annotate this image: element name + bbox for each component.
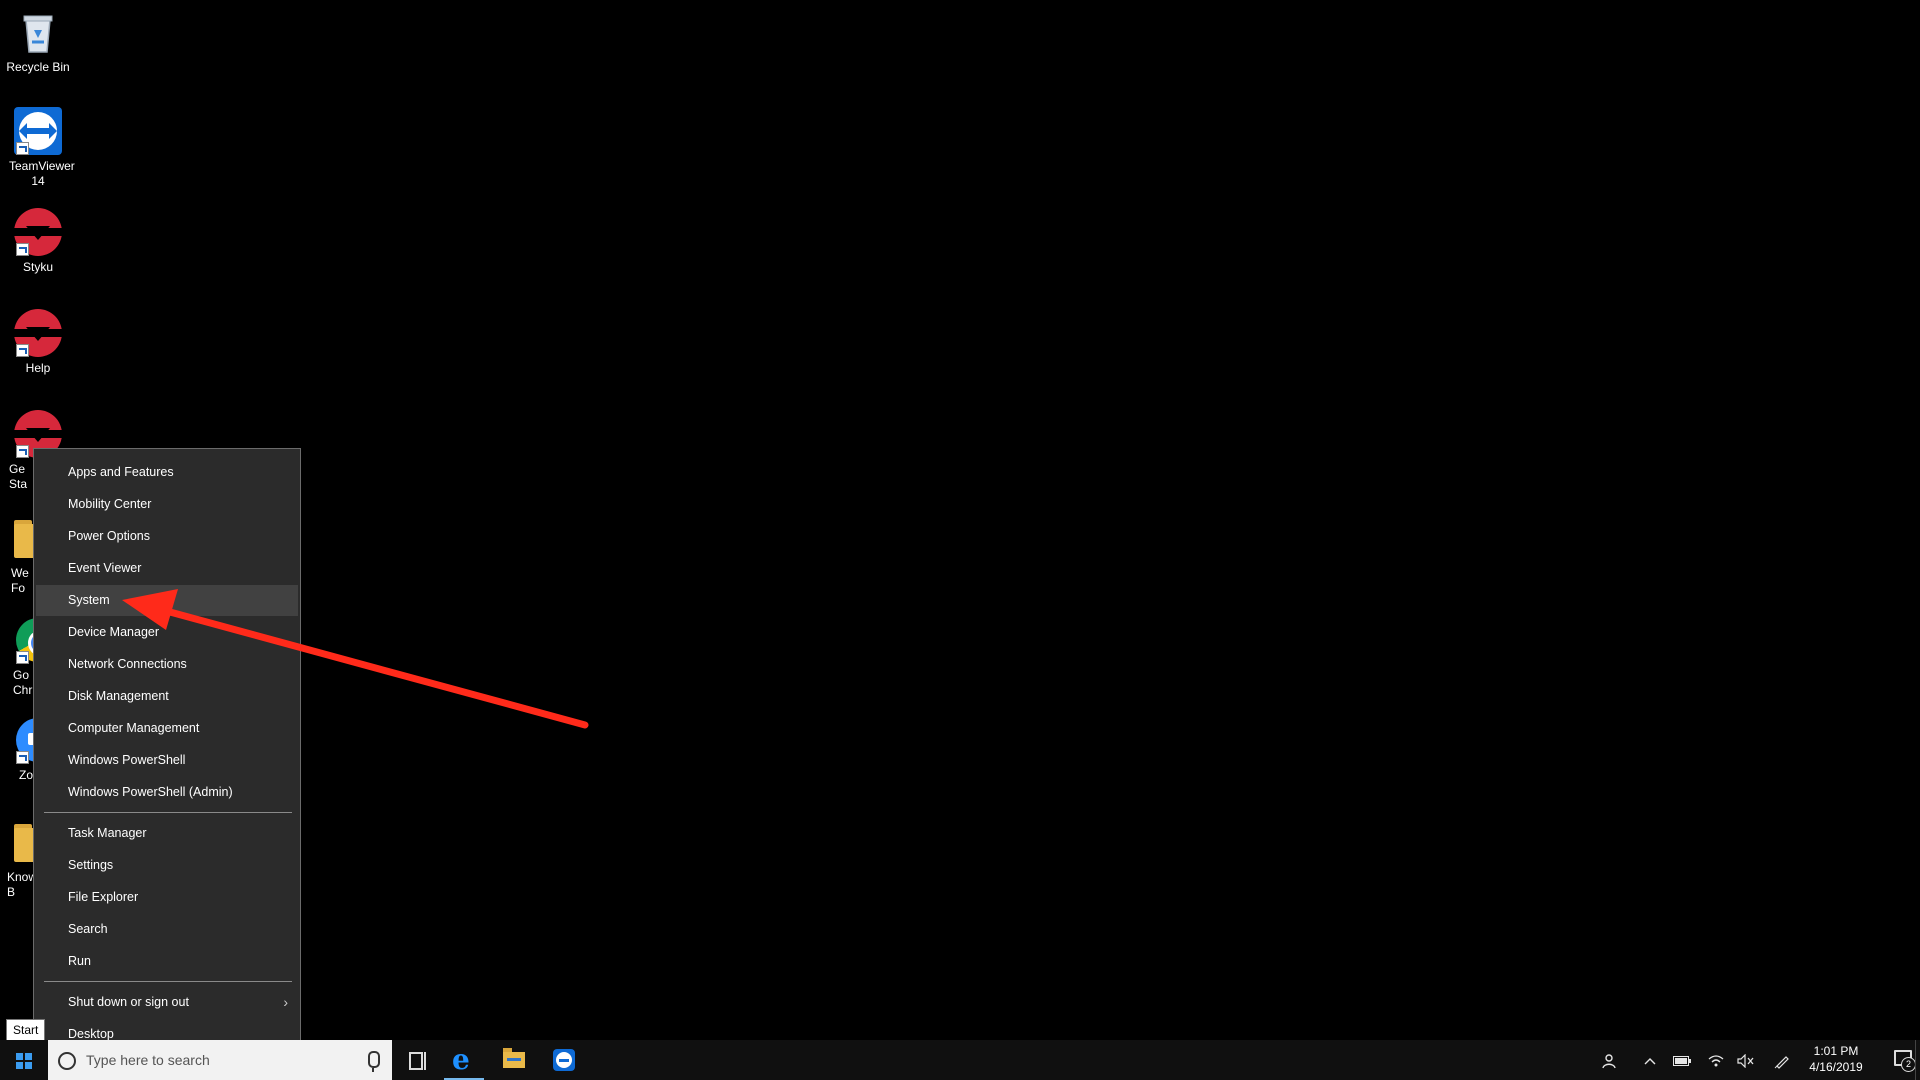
- shortcut-arrow-icon: [16, 751, 29, 764]
- menu-item-task-manager[interactable]: Task Manager: [36, 818, 298, 849]
- taskbar-edge-button[interactable]: e: [440, 1040, 488, 1080]
- search-placeholder: Type here to search: [86, 1052, 210, 1068]
- start-button[interactable]: [0, 1040, 48, 1080]
- menu-item-shut-down-or-sign-out[interactable]: Shut down or sign out ›: [36, 987, 298, 1018]
- chevron-up-icon[interactable]: [1636, 1040, 1664, 1080]
- task-view-icon: [409, 1052, 423, 1070]
- microphone-icon[interactable]: [368, 1051, 380, 1072]
- desktop-icon-label: Help: [25, 361, 51, 375]
- edge-icon: e: [452, 1043, 470, 1076]
- menu-item-apps-and-features[interactable]: Apps and Features: [36, 457, 298, 488]
- menu-item-windows-powershell-admin[interactable]: Windows PowerShell (Admin): [36, 777, 298, 808]
- pen-ink-icon[interactable]: [1768, 1040, 1796, 1080]
- volume-muted-icon[interactable]: [1732, 1040, 1760, 1080]
- menu-item-system[interactable]: System: [36, 585, 298, 616]
- menu-item-event-viewer[interactable]: Event Viewer: [36, 553, 298, 584]
- desktop-icon-label: Recycle Bin: [6, 60, 70, 74]
- task-view-button[interactable]: [392, 1040, 440, 1080]
- recycle-bin-icon: [14, 8, 62, 56]
- desktop-icon-recycle-bin[interactable]: Recycle Bin: [1, 8, 75, 75]
- menu-item-search[interactable]: Search: [36, 914, 298, 945]
- menu-item-windows-powershell[interactable]: Windows PowerShell: [36, 745, 298, 776]
- menu-separator: [44, 812, 292, 813]
- taskbar: Type here to search e 1:01 PM 4/16/2019 …: [0, 1040, 1920, 1080]
- shortcut-arrow-icon: [16, 651, 29, 664]
- menu-item-label: Shut down or sign out: [68, 995, 189, 1009]
- show-desktop-button[interactable]: [1915, 1040, 1920, 1080]
- shortcut-arrow-icon: [16, 142, 29, 155]
- desktop-icon-label: Styku: [22, 260, 53, 274]
- menu-item-run[interactable]: Run: [36, 946, 298, 977]
- styku-icon: [14, 208, 62, 256]
- winx-context-menu: Apps and Features Mobility Center Power …: [33, 448, 301, 1057]
- clock-time: 1:01 PM: [1813, 1044, 1859, 1058]
- taskbar-search-box[interactable]: Type here to search: [48, 1040, 392, 1080]
- menu-item-network-connections[interactable]: Network Connections: [36, 649, 298, 680]
- cortana-icon: [58, 1052, 76, 1070]
- desktop-icon-label: TeamViewer 14: [9, 159, 75, 188]
- shortcut-arrow-icon: [16, 243, 29, 256]
- action-center-icon[interactable]: 2: [1894, 1050, 1916, 1072]
- battery-icon[interactable]: [1668, 1040, 1696, 1080]
- shortcut-arrow-icon: [16, 344, 29, 357]
- menu-item-computer-management[interactable]: Computer Management: [36, 713, 298, 744]
- windows-logo-icon: [16, 1053, 32, 1069]
- system-clock[interactable]: 1:01 PM 4/16/2019: [1796, 1043, 1876, 1075]
- teamviewer-icon: [14, 107, 62, 155]
- taskbar-teamviewer-button[interactable]: [540, 1040, 588, 1080]
- menu-separator: [44, 981, 292, 982]
- menu-item-disk-management[interactable]: Disk Management: [36, 681, 298, 712]
- start-tooltip: Start: [6, 1019, 46, 1041]
- desktop-icon-help[interactable]: Help: [1, 309, 75, 376]
- desktop-icon-styku[interactable]: Styku: [1, 208, 75, 275]
- menu-item-device-manager[interactable]: Device Manager: [36, 617, 298, 648]
- menu-item-settings[interactable]: Settings: [36, 850, 298, 881]
- desktop-icon-teamviewer[interactable]: TeamViewer 14: [1, 107, 75, 189]
- shortcut-arrow-icon: [16, 445, 29, 458]
- wifi-icon[interactable]: [1702, 1040, 1730, 1080]
- menu-item-mobility-center[interactable]: Mobility Center: [36, 489, 298, 520]
- styku-help-icon: [14, 309, 62, 357]
- notification-count-badge: 2: [1901, 1057, 1916, 1072]
- people-icon[interactable]: [1596, 1040, 1624, 1080]
- file-explorer-icon: [503, 1048, 525, 1068]
- clock-date: 4/16/2019: [1809, 1060, 1863, 1074]
- chevron-right-icon: ›: [283, 994, 288, 1010]
- taskbar-file-explorer-button[interactable]: [490, 1040, 538, 1080]
- menu-item-file-explorer[interactable]: File Explorer: [36, 882, 298, 913]
- menu-item-power-options[interactable]: Power Options: [36, 521, 298, 552]
